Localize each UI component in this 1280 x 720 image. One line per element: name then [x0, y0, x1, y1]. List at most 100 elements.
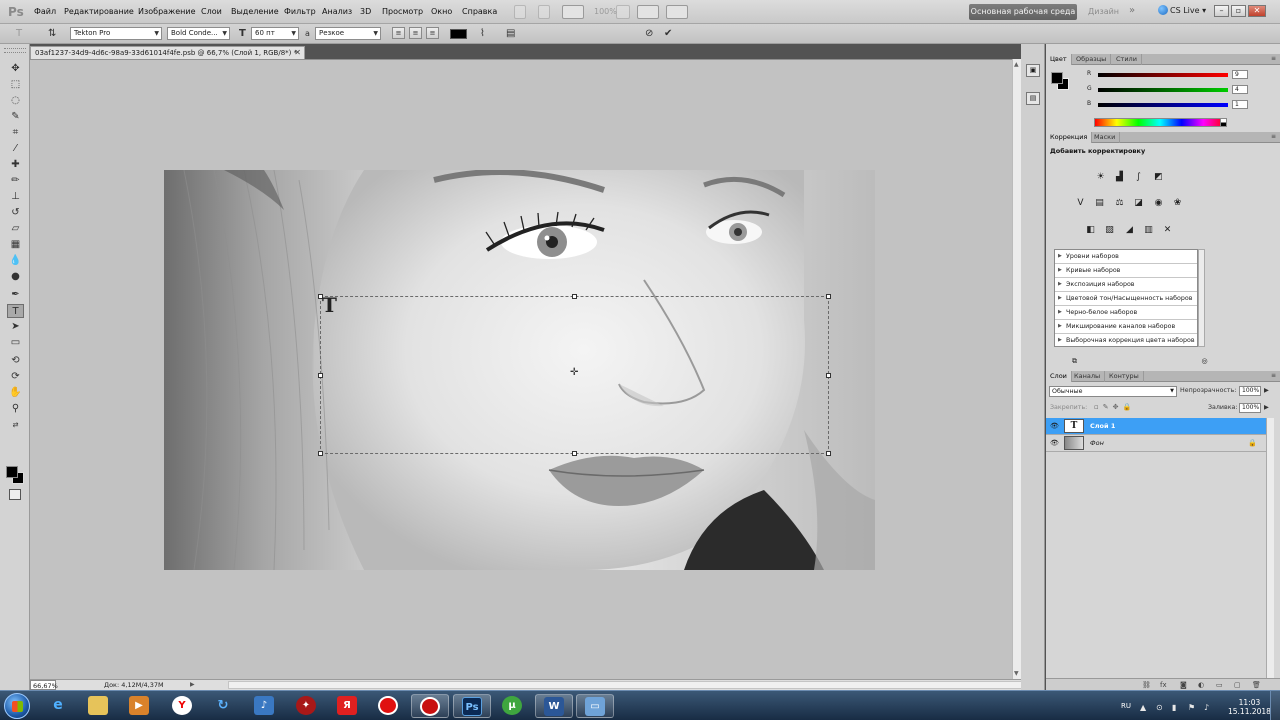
more-workspaces-icon[interactable]: » — [1129, 5, 1135, 16]
menu-window[interactable]: Окно — [431, 7, 452, 16]
align-right-button[interactable]: ≡ — [426, 27, 439, 39]
marquee-tool-icon[interactable]: ⬚ — [7, 78, 24, 92]
taskbar-app-red[interactable]: ✦ — [288, 694, 326, 718]
language-indicator[interactable]: RU — [1121, 702, 1131, 710]
fill-field[interactable]: 100% — [1239, 403, 1261, 413]
blue-slider[interactable] — [1098, 103, 1228, 107]
close-button[interactable]: ✕ — [1248, 5, 1266, 17]
invert-icon[interactable]: ◧ — [1084, 224, 1097, 236]
swap-colors-icon[interactable]: ⇄ — [7, 418, 24, 432]
menu-help[interactable]: Справка — [462, 7, 497, 16]
menu-file[interactable]: Файл — [34, 7, 56, 16]
taskbar-recorder-2[interactable] — [411, 694, 449, 718]
3d-rotate-tool-icon[interactable]: ⟲ — [7, 354, 24, 368]
zoom-level[interactable]: 100% — [594, 7, 617, 16]
gradient-map-icon[interactable]: ▥ — [1142, 224, 1155, 236]
3d-orbit-tool-icon[interactable]: ⟳ — [7, 370, 24, 384]
taskbar-photoshop[interactable]: Ps — [453, 694, 491, 718]
volume-icon[interactable]: ♪ — [1204, 703, 1209, 712]
list-item[interactable]: Уровни наборов — [1055, 250, 1197, 264]
tab-layers[interactable]: Слои — [1046, 371, 1072, 382]
fill-arrow-icon[interactable]: ▶ — [1264, 404, 1269, 411]
blur-tool-icon[interactable]: 💧 — [7, 254, 24, 268]
minimize-button[interactable]: – — [1214, 5, 1229, 17]
history-panel-icon[interactable]: ▤ — [1026, 92, 1040, 105]
tray-expand-icon[interactable]: ▲ — [1140, 703, 1146, 712]
path-select-tool-icon[interactable]: ➤ — [7, 320, 24, 334]
font-size-select[interactable]: 60 пт ▼ — [251, 27, 299, 40]
exposure-icon[interactable]: ◩ — [1152, 171, 1165, 183]
align-center-button[interactable]: ≡ — [409, 27, 422, 39]
maximize-button[interactable]: ▫ — [1231, 5, 1246, 17]
taskbar-yandex-ya[interactable]: Я — [329, 694, 367, 718]
eyedropper-tool-icon[interactable]: ⁄ — [7, 142, 24, 156]
pen-tool-icon[interactable]: ✒ — [7, 288, 24, 302]
list-item[interactable]: Микширование каналов наборов — [1055, 320, 1197, 334]
eraser-tool-icon[interactable]: ▱ — [7, 222, 24, 236]
clip-to-layer-icon[interactable]: ⧉ — [1068, 355, 1081, 367]
antialias-select[interactable]: Резкое ▼ — [315, 27, 381, 40]
selective-color-icon[interactable]: ✕ — [1161, 224, 1174, 236]
type-tool-icon[interactable]: T — [16, 27, 22, 40]
history-brush-tool-icon[interactable]: ↺ — [7, 206, 24, 220]
add-mask-icon[interactable]: ◙ — [1180, 681, 1187, 689]
link-layers-icon[interactable]: ⛓ — [1142, 681, 1151, 689]
opacity-arrow-icon[interactable]: ▶ — [1264, 387, 1269, 394]
layer-name[interactable]: Фон — [1090, 439, 1104, 447]
move-tool-icon[interactable]: ✥ — [7, 62, 24, 76]
arrange-icon[interactable] — [616, 5, 630, 19]
panel-menu-icon[interactable]: ≡ — [1271, 54, 1276, 64]
taskbar-yandex[interactable]: Y — [164, 694, 202, 718]
healing-brush-tool-icon[interactable]: ✚ — [7, 158, 24, 172]
posterize-icon[interactable]: ▨ — [1103, 224, 1116, 236]
zoom-tool-icon[interactable]: ⚲ — [7, 402, 24, 416]
character-panel-icon[interactable]: ▤ — [506, 27, 515, 40]
flag-icon[interactable]: ⚑ — [1188, 703, 1195, 712]
vertical-scrollbar[interactable]: ▲ ▼ — [1012, 59, 1021, 679]
show-desktop-button[interactable] — [1270, 691, 1280, 720]
canvas-area[interactable]: T ✛ — [30, 59, 1012, 679]
clone-stamp-tool-icon[interactable]: ⊥ — [7, 190, 24, 204]
hand-tool-icon[interactable]: ✋ — [7, 386, 24, 400]
presets-scrollbar[interactable] — [1198, 249, 1205, 347]
status-menu-icon[interactable]: ▶ — [190, 680, 195, 690]
font-family-select[interactable]: Tekton Pro ▼ — [70, 27, 162, 40]
menu-select[interactable]: Выделение — [231, 7, 279, 16]
workspace-button[interactable]: Основная рабочая среда — [969, 4, 1077, 20]
quick-select-tool-icon[interactable]: ✎ — [7, 110, 24, 124]
foreground-color-swatch[interactable] — [6, 466, 18, 478]
menu-view[interactable]: Просмотр — [382, 7, 423, 16]
opacity-field[interactable]: 100% — [1239, 386, 1261, 396]
resize-handle[interactable] — [826, 294, 831, 299]
panel-menu-icon[interactable]: ≡ — [1271, 371, 1276, 381]
scroll-down-icon[interactable]: ▼ — [1014, 670, 1019, 677]
document-tab[interactable]: 03af1237-34d9-4d6c-98a9-33d61014f4fe.psb… — [30, 46, 305, 59]
green-value-field[interactable]: 4 — [1232, 85, 1248, 94]
lasso-tool-icon[interactable]: ◌ — [7, 94, 24, 108]
shape-tool-icon[interactable]: ▭ — [7, 336, 24, 350]
cancel-edits-icon[interactable]: ⊘ — [645, 27, 653, 40]
blend-mode-select[interactable]: Обычные ▼ — [1049, 386, 1177, 397]
foreground-color-swatch[interactable] — [1051, 72, 1063, 84]
eye-icon[interactable]: 👁 — [1050, 439, 1059, 447]
tab-adjustments[interactable]: Коррекция — [1046, 132, 1093, 143]
taskbar-recorder[interactable] — [370, 694, 408, 718]
crop-tool-icon[interactable]: ⌗ — [7, 126, 24, 140]
layer-name[interactable]: Слой 1 — [1090, 422, 1115, 430]
dodge-tool-icon[interactable]: ● — [7, 270, 24, 284]
font-style-select[interactable]: Bold Conde... ▼ — [167, 27, 230, 40]
curves-icon[interactable]: ∫ — [1132, 171, 1145, 183]
resize-handle[interactable] — [318, 451, 323, 456]
align-left-button[interactable]: ≡ — [392, 27, 405, 39]
extras-dropdown-icon[interactable] — [562, 5, 584, 19]
tab-swatches[interactable]: Образцы — [1072, 54, 1112, 65]
black-white-swatch[interactable] — [1220, 118, 1227, 127]
list-item[interactable]: Экспозиция наборов — [1055, 278, 1197, 292]
menu-filter[interactable]: Фильтр — [284, 7, 316, 16]
list-item[interactable]: Цветовой тон/Насыщенность наборов — [1055, 292, 1197, 306]
scroll-up-icon[interactable]: ▲ — [1014, 61, 1019, 68]
taskbar-ie[interactable]: e — [40, 694, 78, 718]
threshold-icon[interactable]: ◢ — [1123, 224, 1136, 236]
new-layer-icon[interactable]: ▢ — [1234, 681, 1241, 689]
gradient-tool-icon[interactable]: ▦ — [7, 238, 24, 252]
